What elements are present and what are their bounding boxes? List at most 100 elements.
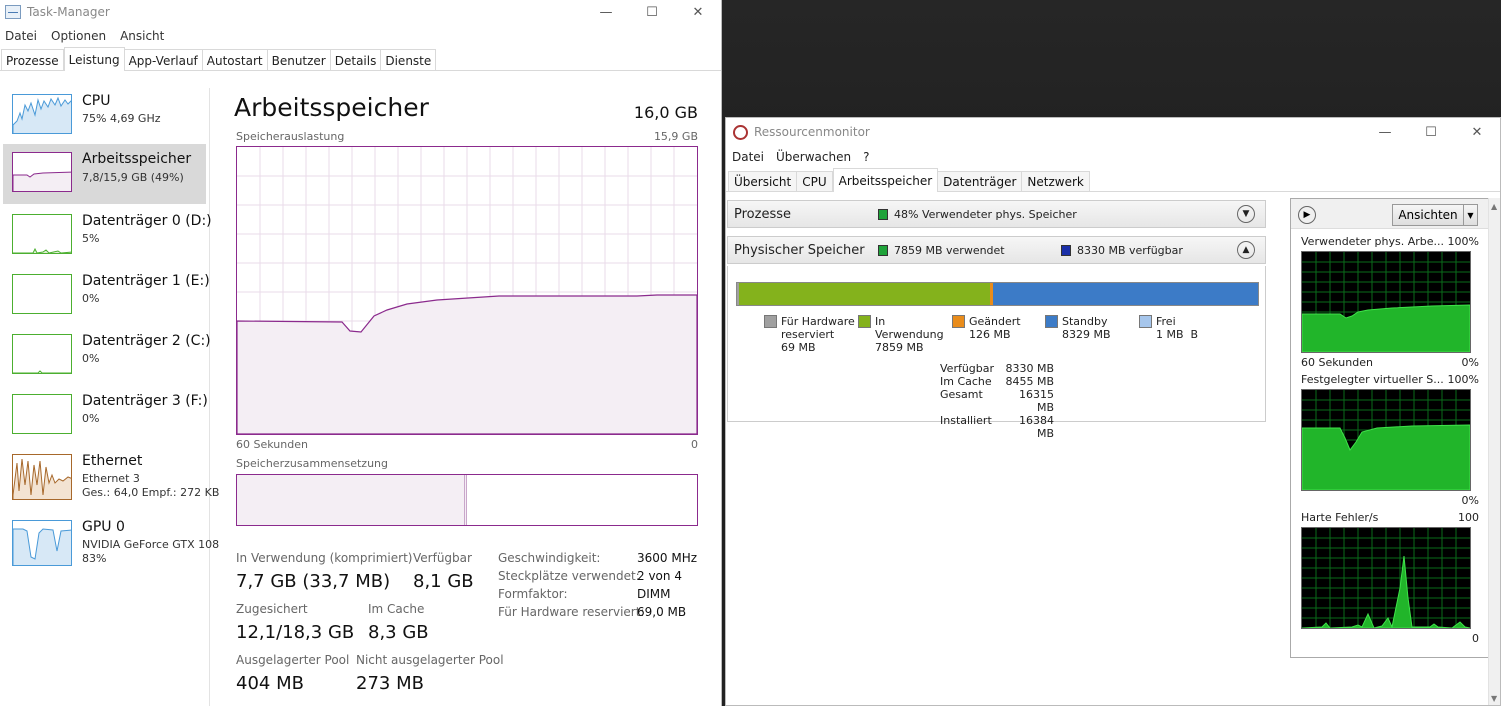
menu-optionen[interactable]: Optionen — [51, 29, 106, 43]
tab-netzwerk[interactable]: Netzwerk — [1022, 171, 1090, 191]
sidebar-item-usage: 83% — [82, 552, 107, 565]
legend-swatch — [764, 315, 777, 328]
sidebar-item-name: GPU 0 — [82, 519, 125, 535]
sidebar-item-disk-2[interactable]: Datenträger 2 (C:) 0% — [3, 328, 211, 388]
physical-memory-bar — [736, 282, 1259, 306]
menu-datei[interactable]: Datei — [732, 150, 764, 164]
sidebar-item-disk-0[interactable]: Datenträger 0 (D:) 5% — [3, 208, 212, 268]
tab-leistung[interactable]: Leistung — [63, 47, 125, 71]
memory-details-panel: Arbeitsspeicher 16,0 GB Speicherauslastu… — [222, 88, 721, 706]
views-button-label: Ansichten — [1398, 208, 1458, 222]
tab-cpu[interactable]: CPU — [797, 171, 833, 191]
tab-datentraeger[interactable]: Datenträger — [938, 171, 1023, 191]
sidebar-item-gpu[interactable]: GPU 0 NVIDIA GeForce GTX 108 83% — [3, 514, 219, 574]
cpu-thumbnail — [12, 94, 72, 134]
graph-1-max: 100% — [1447, 235, 1479, 248]
tab-prozesse[interactable]: Prozesse — [1, 49, 64, 71]
title-bar[interactable]: Ressourcenmonitor — ☐ ✕ — [726, 118, 1500, 146]
title-bar[interactable]: Task-Manager — ☐ ✕ — [0, 0, 721, 24]
resource-monitor-window: Ressourcenmonitor — ☐ ✕ Datei Überwachen… — [725, 117, 1501, 706]
menu-bar: Datei Optionen Ansicht — [0, 24, 721, 48]
hw-reserved-label: Für Hardware reserviert: — [498, 605, 645, 619]
cached-label: Im Cache — [368, 602, 425, 616]
sidebar-item-disk-1[interactable]: Datenträger 1 (E:) 0% — [3, 268, 210, 328]
vertical-scrollbar[interactable]: ▲ ▼ — [1488, 198, 1500, 705]
committed-label: Zugesichert — [236, 602, 308, 616]
used-info: 7859 MB verwendet — [878, 244, 1005, 257]
tab-dienste[interactable]: Dienste — [381, 49, 437, 71]
graph-1-time: 60 Sekunden — [1301, 356, 1373, 369]
minimize-icon[interactable]: — — [583, 0, 629, 24]
legend-swatch — [858, 315, 871, 328]
chevron-down-icon[interactable]: ▼ — [1237, 205, 1255, 223]
window-title: Task-Manager — [27, 5, 110, 19]
available-value: 8,1 GB — [413, 571, 474, 592]
legend-swatch — [952, 315, 965, 328]
free-info-text: 8330 MB verfügbar — [1077, 244, 1183, 257]
scroll-up-icon[interactable]: ▲ — [1491, 202, 1497, 211]
minimize-icon[interactable]: — — [1362, 120, 1408, 144]
menu-ueberwachen[interactable]: Überwachen — [776, 150, 851, 164]
disk-1-thumbnail — [12, 274, 72, 314]
menu-ansicht[interactable]: Ansicht — [120, 29, 164, 43]
sidebar-item-arbeitsspeicher[interactable]: Arbeitsspeicher 7,8/15,9 GB (49%) — [3, 144, 206, 204]
maximize-icon[interactable]: ☐ — [629, 0, 675, 24]
form-factor-value: DIMM — [637, 587, 671, 601]
physical-memory-section-header[interactable]: Physischer Speicher 7859 MB verwendet 83… — [727, 236, 1266, 264]
legend-text: Standby 8329 MB — [1062, 315, 1111, 341]
chevron-up-icon[interactable]: ▲ — [1237, 241, 1255, 259]
sidebar-item-ethernet[interactable]: Ethernet Ethernet 3 Ges.: 64,0 Empf.: 27… — [3, 448, 219, 508]
section-title: Prozesse — [734, 207, 791, 222]
tab-app-verlauf[interactable]: App-Verlauf — [124, 49, 203, 71]
graph-3-max: 100 — [1458, 511, 1479, 524]
maximize-icon[interactable]: ☐ — [1408, 120, 1454, 144]
scroll-down-icon[interactable]: ▼ — [1491, 694, 1497, 703]
speed-value: 3600 MHz — [637, 551, 698, 565]
nonpaged-pool-value: 273 MB — [356, 673, 424, 694]
sidebar-item-detail: 7,8/15,9 GB (49%) — [82, 171, 184, 184]
memory-composition-bar — [236, 474, 698, 526]
summary-row: Verfügbar 8330 MB — [940, 362, 1054, 375]
close-icon[interactable]: ✕ — [675, 0, 721, 24]
disk-2-thumbnail — [12, 334, 72, 374]
sidebar-item-cpu[interactable]: CPU 75% 4,69 GHz — [3, 88, 206, 148]
sidebar-item-name: Datenträger 1 (E:) — [82, 273, 210, 289]
page-title: Arbeitsspeicher — [234, 93, 429, 122]
sidebar-item-detail: 0% — [82, 292, 100, 305]
summary-row: Gesamt 16315 MB — [940, 388, 1054, 414]
nonpaged-pool-label: Nicht ausgelagerter Pool — [356, 653, 504, 667]
task-manager-window: Task-Manager — ☐ ✕ Datei Optionen Ansich… — [0, 0, 722, 706]
bar-in-use — [739, 283, 990, 305]
tab-autostart[interactable]: Autostart — [202, 49, 268, 71]
menu-datei[interactable]: Datei — [5, 29, 37, 43]
graph-max: 15,9 GB — [653, 130, 698, 143]
processes-section-header[interactable]: Prozesse 48% Verwendeter phys. Speicher … — [727, 200, 1266, 228]
tab-uebersicht[interactable]: Übersicht — [728, 171, 798, 191]
sidebar-item-disk-3[interactable]: Datenträger 3 (F:) 0% — [3, 388, 208, 448]
form-factor-label: Formfaktor: — [498, 587, 568, 601]
composition-modified — [465, 475, 467, 525]
ethernet-thumbnail — [12, 454, 72, 500]
tab-details[interactable]: Details — [330, 49, 382, 71]
chevron-right-icon[interactable]: ▶ — [1298, 206, 1316, 224]
tab-benutzer[interactable]: Benutzer — [267, 49, 331, 71]
performance-sidebar: CPU 75% 4,69 GHz Arbeitsspeicher 7,8/15,… — [0, 88, 219, 706]
sidebar-item-name: CPU — [82, 93, 111, 109]
menu-help[interactable]: ? — [863, 150, 869, 164]
summary-row: Im Cache 8455 MB — [940, 375, 1054, 388]
in-use-label: In Verwendung (komprimiert) — [236, 551, 413, 565]
legend-text: Für Hardware reserviert 69 MB — [781, 315, 855, 354]
bar-standby — [993, 283, 1258, 305]
sidebar-item-name: Ethernet — [82, 453, 143, 469]
commit-charge-graph — [1301, 389, 1471, 491]
close-icon[interactable]: ✕ — [1454, 120, 1500, 144]
graph-1-min: 0% — [1461, 356, 1479, 369]
views-button[interactable]: Ansichten ▼ — [1392, 204, 1478, 226]
physical-memory-panel: Für Hardware reserviert 69 MB In Verwendu… — [727, 266, 1266, 440]
blue-square-icon — [1061, 245, 1071, 256]
sidebar-item-name: Datenträger 0 (D:) — [82, 213, 212, 229]
dropdown-arrow-icon[interactable]: ▼ — [1463, 205, 1477, 225]
tab-arbeitsspeicher[interactable]: Arbeitsspeicher — [832, 168, 939, 192]
legend-text: Geändert 126 MB — [969, 315, 1021, 341]
memory-usage-graph — [236, 146, 698, 435]
